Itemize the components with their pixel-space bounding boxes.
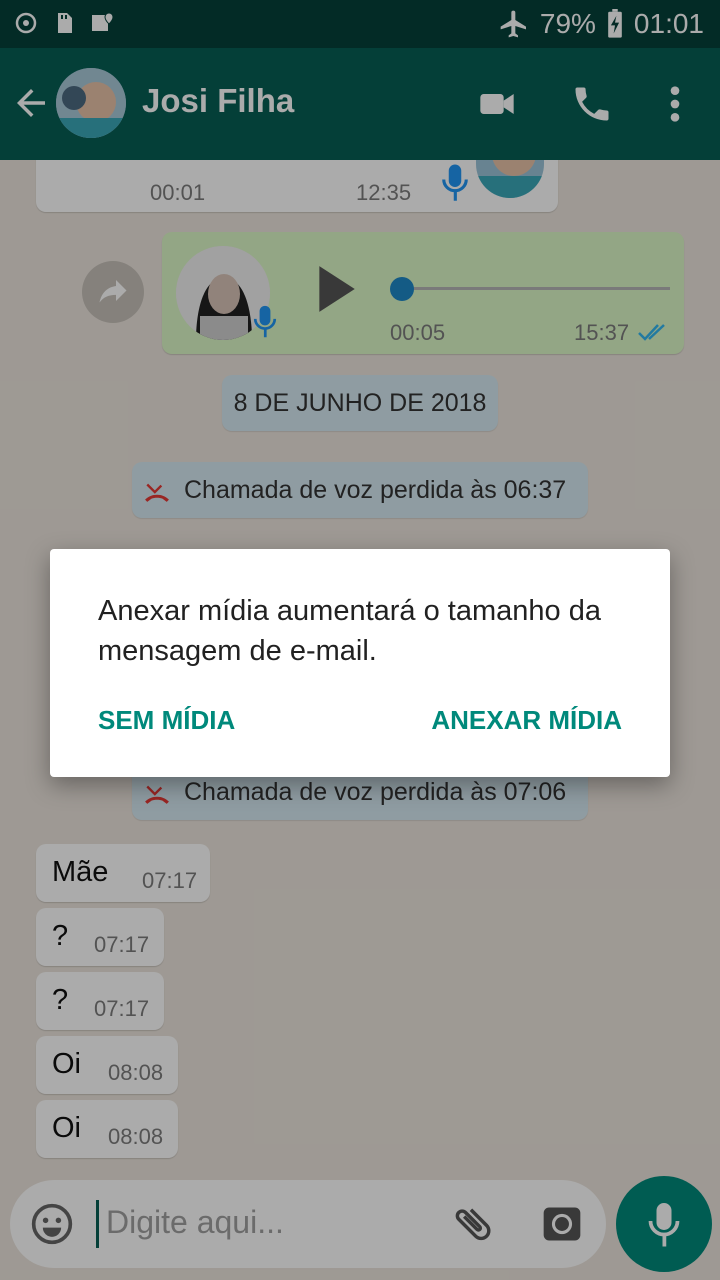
dialog-message: Anexar mídia aumentará o tamanho da mens… (98, 595, 601, 667)
attach-media-dialog: Anexar mídia aumentará o tamanho da mens… (50, 549, 670, 777)
no-media-button[interactable]: SEM MÍDIA (98, 705, 235, 736)
attach-media-button[interactable]: ANEXAR MÍDIA (431, 705, 622, 736)
